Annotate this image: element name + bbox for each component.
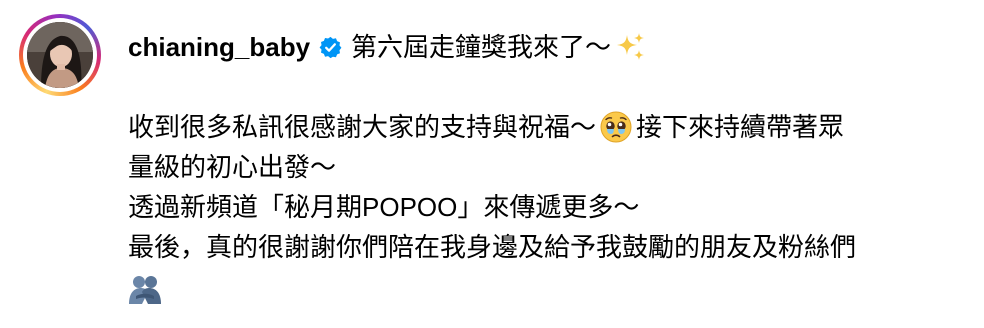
sparkles-icon [615,31,647,63]
caption-line-3-text: 透過新頻道「秘月期POPOO」來傳遞更多～ [128,192,640,222]
pleading-face-tears-icon [600,111,632,143]
caption-line-5 [128,267,968,307]
avatar-story-ring[interactable] [19,14,101,96]
caption-line-1: 收到很多私訊很感謝大家的支持與祝福～ 接下來持續帶著眾 [128,107,968,147]
caption-header-line: chianing_baby 第六屆走鐘獎我來了～ [128,27,968,67]
avatar[interactable] [27,22,93,88]
caption-line-3: 透過新頻道「秘月期POPOO」來傳遞更多～ [128,187,968,227]
caption-line-2-text: 量級的初心出發～ [128,152,337,182]
username-link[interactable]: chianing_baby [128,27,310,67]
caption-line-1-start: 收到很多私訊很感謝大家的支持與祝福～ [128,112,597,142]
caption-line-1-end: 接下來持續帶著眾 [636,112,845,142]
verified-badge-icon [319,36,342,59]
caption-title: 第六屆走鐘獎我來了～ [351,32,612,62]
caption-line-4: 最後，真的很謝謝你們陪在我身邊及給予我鼓勵的朋友及粉絲們 [128,227,968,267]
profile-avatar-image [27,22,93,88]
post-caption: chianing_baby 第六屆走鐘獎我來了～ 收到很多私訊很感謝大家的支持與… [128,27,968,307]
people-hugging-icon [128,274,162,304]
caption-line-4-text: 最後，真的很謝謝你們陪在我身邊及給予我鼓勵的朋友及粉絲們 [128,232,857,262]
avatar-ring-gap [23,18,97,92]
caption-line-2: 量級的初心出發～ [128,147,968,187]
